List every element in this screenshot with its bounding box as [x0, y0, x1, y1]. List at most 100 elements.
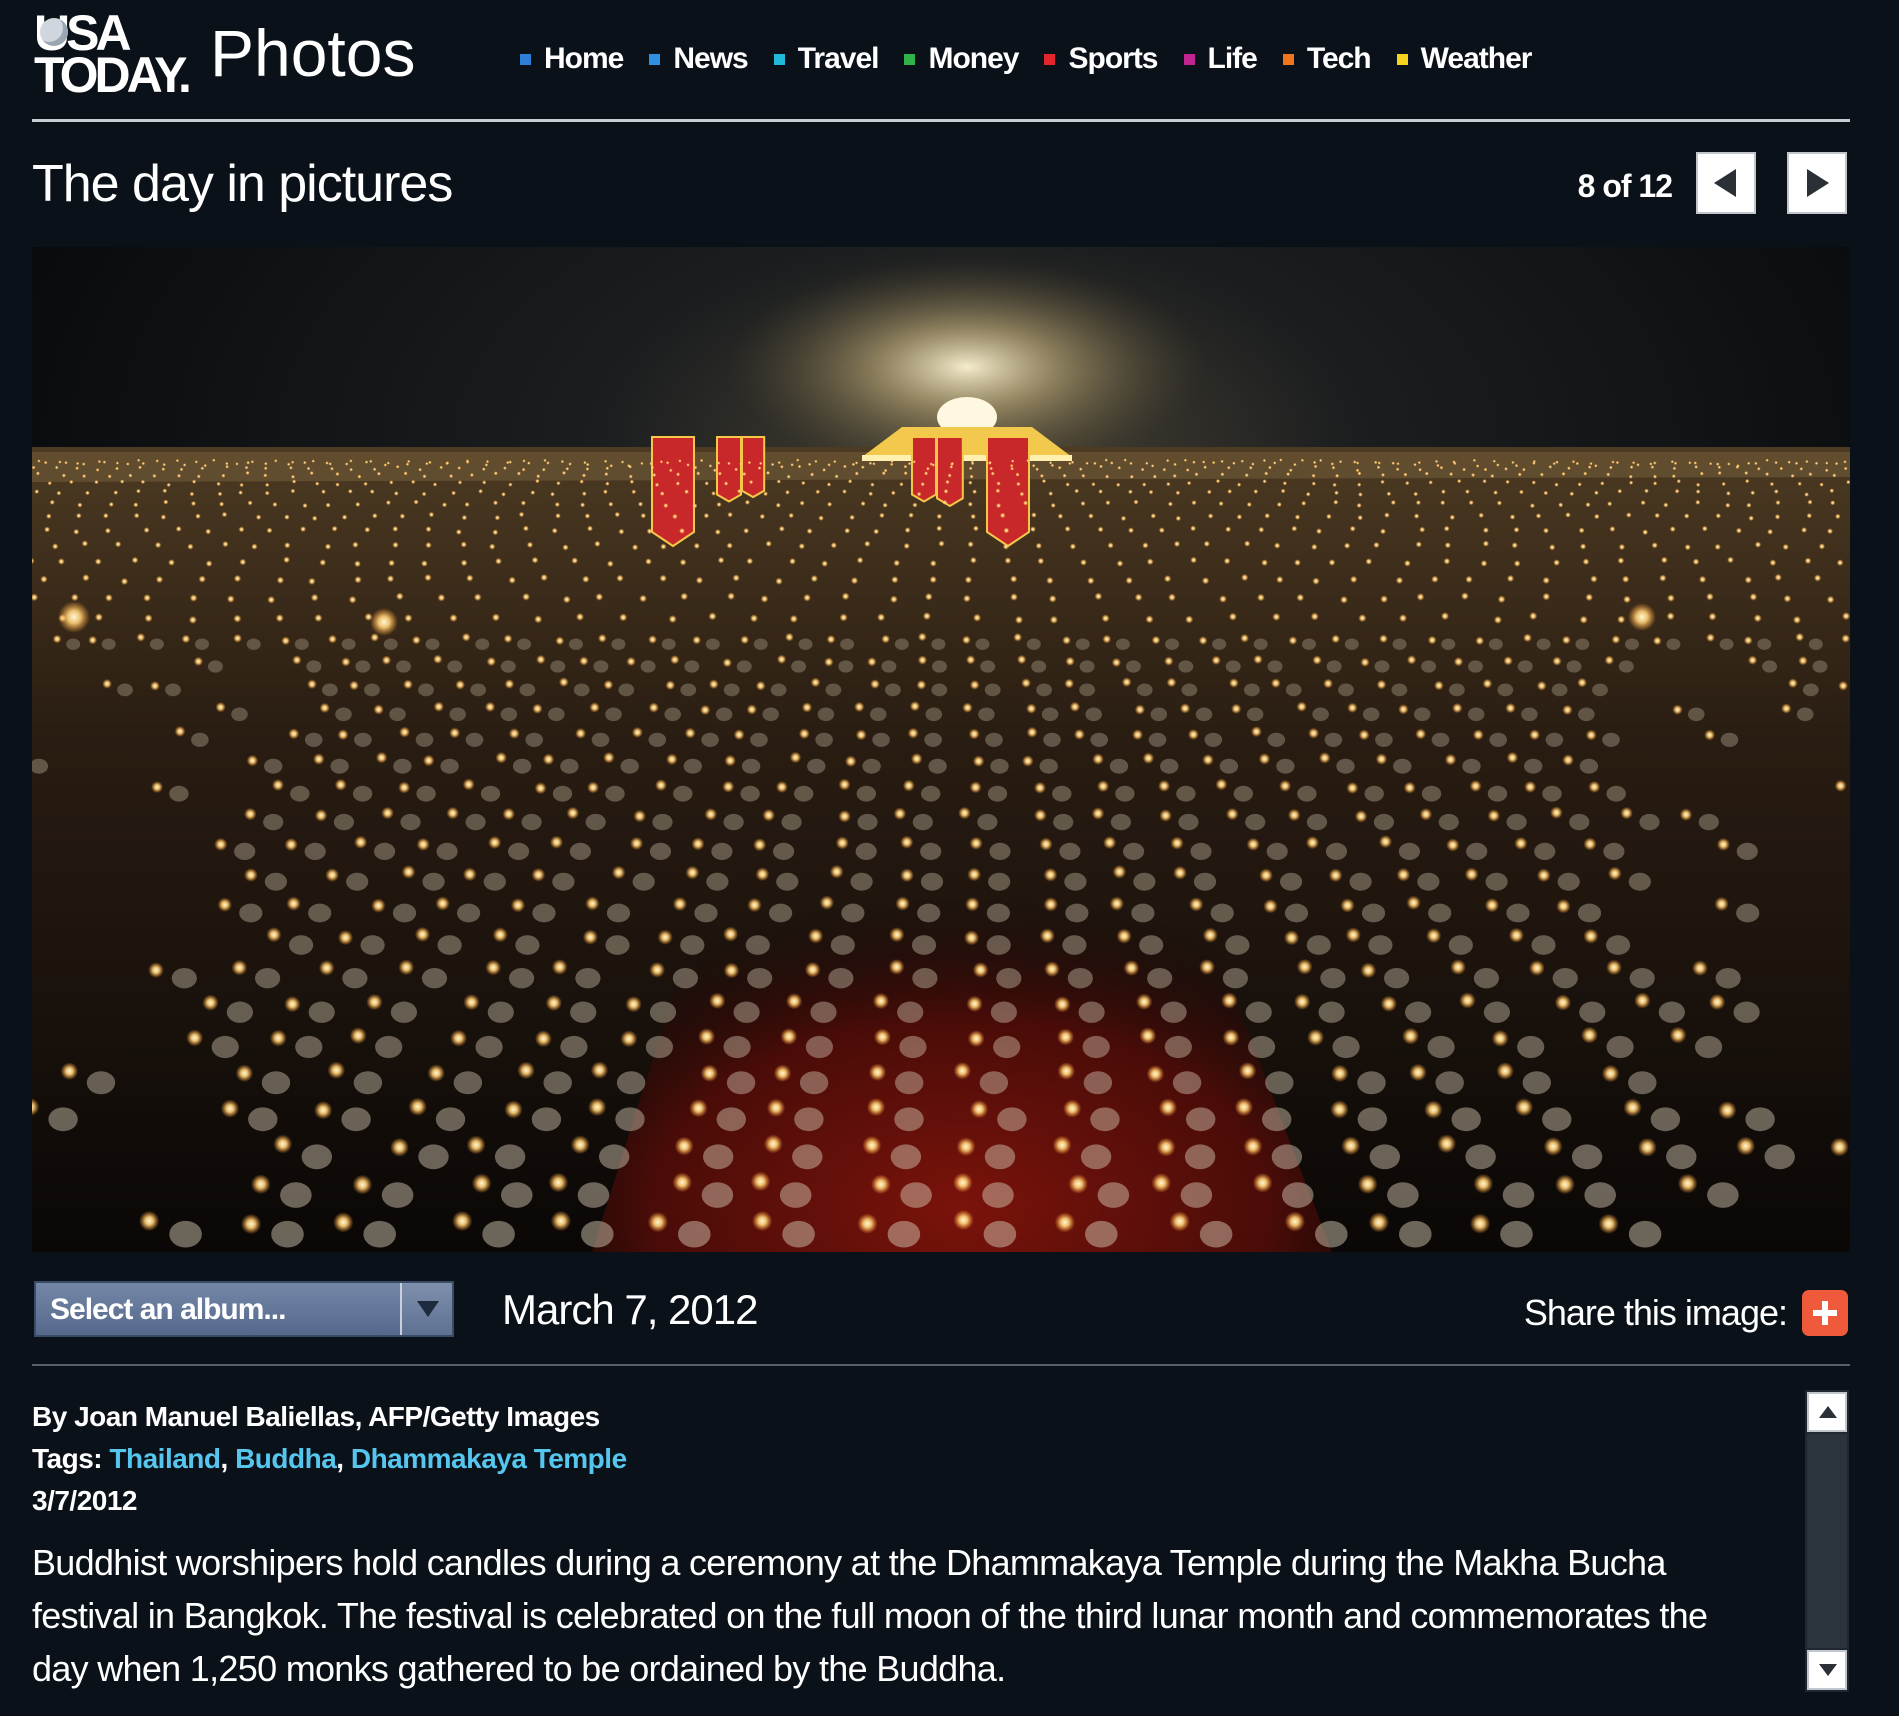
tag-link-buddha[interactable]: Buddha	[235, 1443, 337, 1474]
candle-light	[663, 503, 669, 509]
nav-item-sports[interactable]: Sports	[1044, 42, 1159, 76]
candle-light	[631, 489, 637, 495]
candle-light	[1199, 959, 1215, 975]
candle-light	[1031, 512, 1037, 518]
candle-light	[392, 541, 399, 549]
candle-light	[873, 1028, 891, 1046]
worshiper-figure	[418, 1144, 449, 1170]
scroll-down-button[interactable]	[1807, 1650, 1847, 1690]
tag-link-thailand[interactable]: Thailand	[109, 1443, 221, 1474]
dropdown-button[interactable]	[400, 1283, 452, 1335]
candle-light	[1628, 474, 1633, 479]
candle-light	[1190, 556, 1197, 564]
nav-item-money[interactable]: Money	[904, 42, 1019, 76]
next-photo-button[interactable]	[1787, 152, 1847, 214]
candle-light	[471, 1173, 492, 1194]
candle-light	[482, 480, 487, 485]
candle-light	[1022, 755, 1034, 767]
candle-light	[857, 1213, 878, 1234]
candle-light	[748, 479, 754, 485]
candle-light	[1232, 461, 1236, 465]
previous-photo-button[interactable]	[1696, 152, 1756, 214]
candle-light	[1607, 866, 1622, 881]
candle-light	[744, 499, 751, 505]
candle-light	[1735, 465, 1740, 469]
candle-light	[534, 1030, 552, 1048]
candle-light	[1236, 514, 1243, 520]
worshiper-figure	[1199, 1220, 1233, 1248]
candle-light	[1202, 460, 1206, 464]
candle-light	[1677, 1173, 1698, 1194]
candle-light	[834, 474, 839, 479]
candle-light	[131, 556, 139, 564]
nav-item-home[interactable]: Home	[520, 42, 624, 76]
candle-light	[910, 753, 923, 765]
candle-light	[1117, 465, 1122, 470]
nav-item-news[interactable]: News	[649, 42, 749, 76]
candle-light	[1211, 460, 1216, 465]
caption-scrollbar[interactable]	[1805, 1390, 1849, 1692]
worshiper-figure	[984, 1144, 1016, 1170]
candle-light	[1352, 460, 1357, 464]
candle-light	[1207, 513, 1214, 519]
candle-light	[205, 560, 213, 567]
candle-light	[860, 501, 866, 507]
candle-light	[1577, 677, 1587, 688]
candle-light	[1349, 525, 1356, 532]
candle-light	[1293, 462, 1297, 467]
candle-light	[1026, 458, 1030, 463]
candle-light	[703, 512, 710, 519]
candle-light	[452, 1210, 473, 1232]
worshiper-figure	[1318, 1001, 1345, 1023]
candle-light	[542, 753, 555, 766]
candle-light	[1434, 459, 1439, 464]
worshiper-figure	[280, 1182, 312, 1208]
worshiper-figure	[165, 683, 181, 697]
candle-light	[1128, 489, 1133, 495]
tag-link-dhammakaya-temple[interactable]: Dhammakaya Temple	[351, 1443, 627, 1474]
worshiper-figure	[855, 842, 877, 861]
candle-ceremony-photo	[32, 247, 1850, 1252]
candle-light	[969, 1100, 989, 1119]
banner-flag	[911, 436, 937, 503]
candle-light	[570, 1135, 590, 1155]
candle-light	[595, 593, 604, 601]
candle-light	[349, 467, 353, 472]
worshiper-figure	[1666, 1144, 1697, 1170]
candle-light	[418, 467, 422, 472]
album-select-dropdown[interactable]: Select an album...	[34, 1281, 454, 1337]
worshiper-figure	[701, 732, 719, 747]
nav-item-tech[interactable]: Tech	[1282, 42, 1372, 76]
candle-light	[1403, 472, 1408, 477]
worshiper-figure	[931, 638, 946, 650]
candle-light	[155, 575, 164, 584]
candle-light	[1064, 678, 1075, 689]
worshiper-figure	[1248, 1035, 1276, 1059]
candle-light	[1011, 459, 1015, 463]
worshiper-figure	[1233, 785, 1254, 802]
candle-light	[217, 491, 223, 497]
scroll-up-button[interactable]	[1807, 1392, 1847, 1432]
candle-light	[302, 503, 308, 509]
candle-light	[57, 558, 65, 565]
candle-light	[849, 514, 855, 521]
candle-light	[1745, 478, 1750, 484]
candle-light	[308, 577, 316, 585]
gallery-photo[interactable]	[32, 247, 1850, 1252]
candle-light	[1450, 959, 1466, 975]
worshiper-figure	[1075, 638, 1090, 650]
candle-light	[1246, 501, 1252, 508]
nav-item-weather[interactable]: Weather	[1396, 42, 1532, 76]
worshiper-figure	[750, 732, 768, 747]
candle-light	[1482, 678, 1493, 689]
worshiper-figure	[1506, 813, 1527, 831]
usa-today-logo[interactable]: USA TODAY.	[34, 8, 214, 100]
candle-light	[244, 465, 249, 470]
nav-item-life[interactable]: Life	[1183, 42, 1258, 76]
scroll-track[interactable]	[1807, 1434, 1847, 1648]
share-button[interactable]	[1802, 1290, 1848, 1336]
nav-item-travel[interactable]: Travel	[773, 42, 879, 76]
candle-light	[723, 926, 739, 942]
candle-light	[1286, 472, 1291, 477]
worshiper-figure	[1195, 707, 1213, 722]
